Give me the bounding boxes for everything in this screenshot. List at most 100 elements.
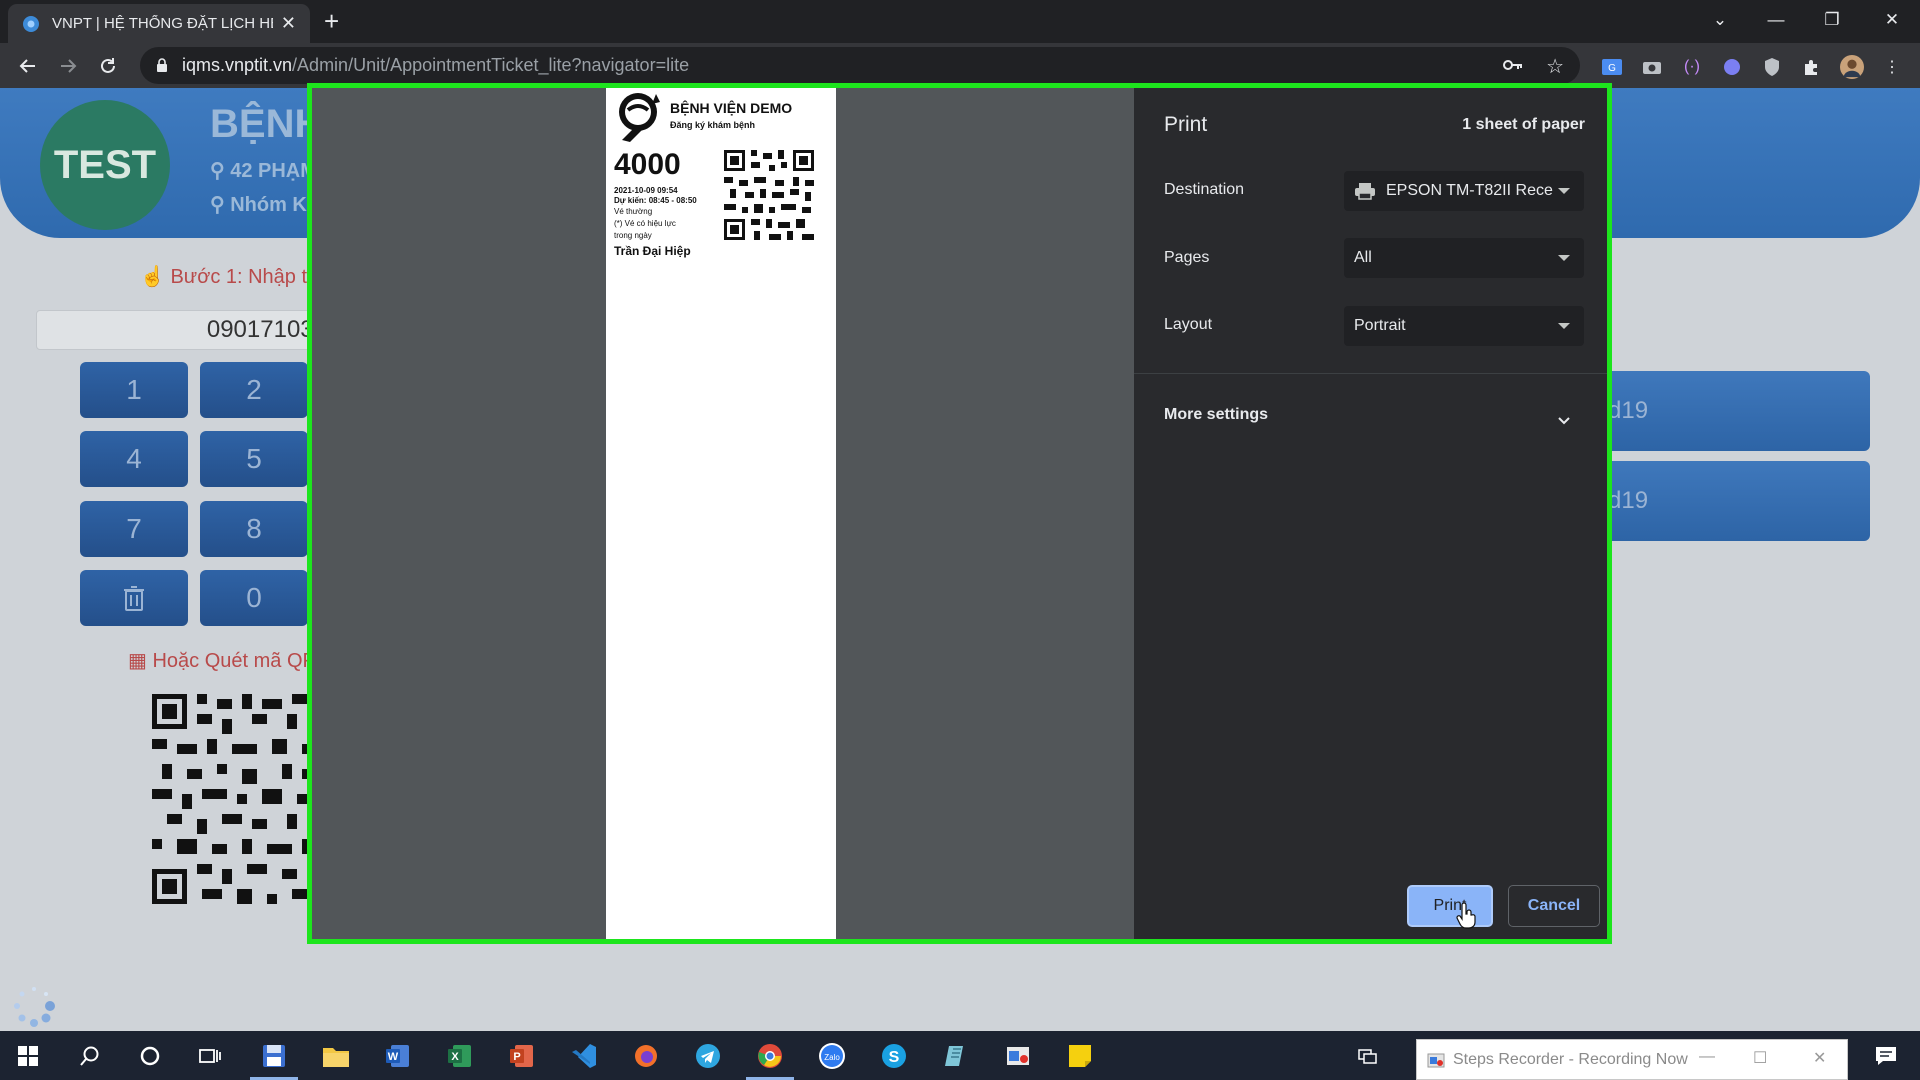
keypad-7[interactable]: 7 — [80, 501, 188, 557]
hand-cursor-icon — [1456, 903, 1476, 929]
keypad-delete[interactable] — [80, 570, 188, 626]
firefox-icon[interactable] — [618, 1031, 674, 1080]
keypad-8[interactable]: 8 — [200, 501, 308, 557]
notifications-icon[interactable] — [1858, 1031, 1914, 1080]
browser-menu-icon[interactable]: ⋮ — [1880, 55, 1904, 79]
search-icon[interactable] — [62, 1031, 118, 1080]
zalo-icon[interactable]: Zalo — [804, 1031, 860, 1080]
keypad-0[interactable]: 0 — [200, 570, 308, 626]
location-pin-icon: ⚲ — [210, 160, 225, 182]
file-explorer-icon[interactable] — [308, 1031, 364, 1080]
profile-avatar[interactable] — [1840, 55, 1864, 79]
keypad-2[interactable]: 2 — [200, 362, 308, 418]
layout-select[interactable]: Portrait — [1344, 306, 1584, 346]
site-favicon-icon — [22, 15, 40, 33]
chevron-down-icon — [1558, 255, 1570, 261]
chevron-down-icon — [1558, 323, 1570, 329]
address-bar[interactable]: iqms.vnptit.vn/Admin/Unit/AppointmentTic… — [140, 47, 1580, 84]
hospital-group: ⚲ Nhóm K — [210, 192, 307, 217]
phone-input[interactable]: 090171031 — [36, 310, 336, 350]
restore-button[interactable]: ❐ — [1804, 0, 1860, 40]
extensions-puzzle-icon[interactable] — [1800, 55, 1824, 79]
ticket-type: Vé thường — [614, 207, 653, 216]
reload-icon[interactable] — [94, 52, 122, 80]
ticket-subtitle: Đăng ký khám bệnh — [670, 120, 756, 130]
powerpoint-icon[interactable]: P — [494, 1031, 550, 1080]
pages-label: Pages — [1164, 249, 1210, 266]
task-view-icon[interactable] — [182, 1031, 238, 1080]
destination-label: Destination — [1164, 181, 1245, 198]
qr-scan-label: ▦ Hoặc Quét mã QF — [128, 650, 315, 672]
ticket-qr-code — [724, 150, 814, 240]
svg-text:P: P — [513, 1051, 520, 1063]
sticky-notes-icon[interactable] — [1052, 1031, 1108, 1080]
steps-maximize-button[interactable]: ☐ — [1753, 1048, 1767, 1068]
forward-icon[interactable] — [54, 52, 82, 80]
svg-text:X: X — [451, 1051, 459, 1063]
steps-recorder-taskbar-icon[interactable] — [990, 1031, 1046, 1080]
excel-icon[interactable]: X — [432, 1031, 488, 1080]
print-dialog: BỆNH VIỆN DEMO Đăng ký khám bệnh 4000 20… — [307, 83, 1612, 944]
bookmark-star-icon[interactable]: ☆ — [1546, 54, 1564, 79]
layout-label: Layout — [1164, 316, 1213, 333]
group-text: Nhóm K — [230, 194, 307, 216]
svg-text:G: G — [1608, 63, 1616, 74]
more-settings-toggle[interactable]: More settings — [1164, 406, 1268, 424]
globe-extension-icon[interactable] — [1720, 55, 1744, 79]
tab-close-icon[interactable]: ✕ — [281, 13, 296, 34]
ticket-hospital-name: BỆNH VIỆN DEMO — [670, 100, 793, 116]
network-icon[interactable] — [1350, 1031, 1386, 1080]
vscode-icon[interactable] — [556, 1031, 612, 1080]
chrome-icon[interactable] — [742, 1031, 798, 1080]
steps-minimize-button[interactable]: — — [1699, 1048, 1715, 1066]
cancel-button[interactable]: Cancel — [1508, 885, 1600, 927]
print-settings-panel: Print 1 sheet of paper Destination EPSON… — [1134, 88, 1607, 939]
hospital-logo: TEST — [40, 100, 170, 230]
cortana-icon[interactable] — [122, 1031, 178, 1080]
print-title: Print — [1164, 113, 1208, 136]
pages-select[interactable]: All — [1344, 238, 1584, 278]
url-host: iqms.vnptit.vn — [182, 55, 293, 75]
skype-icon[interactable]: S — [866, 1031, 922, 1080]
key-icon[interactable] — [1502, 56, 1524, 79]
steps-close-button[interactable]: ✕ — [1813, 1048, 1826, 1068]
print-preview-area: BỆNH VIỆN DEMO Đăng ký khám bệnh 4000 20… — [312, 88, 1134, 939]
step1-label: ☝ Bước 1: Nhập th — [140, 266, 319, 288]
steps-recorder-title: Steps Recorder - Recording Now — [1453, 1050, 1688, 1068]
ticket-number: 4000 — [614, 148, 681, 181]
chevron-down-icon[interactable] — [1557, 414, 1571, 428]
windows-start-icon[interactable] — [0, 1031, 56, 1080]
minimize-button[interactable]: — — [1748, 0, 1804, 40]
keypad-4[interactable]: 4 — [80, 431, 188, 487]
lock-icon[interactable] — [156, 58, 168, 73]
word-icon[interactable]: W — [370, 1031, 426, 1080]
telegram-icon[interactable] — [680, 1031, 736, 1080]
window-close-button[interactable]: ✕ — [1864, 0, 1920, 40]
location-pin-icon: ⚲ — [210, 194, 225, 216]
hospital-address: ⚲ 42 PHẠM — [210, 158, 317, 183]
camera-extension-icon[interactable] — [1640, 55, 1664, 79]
print-button[interactable]: Print — [1407, 885, 1493, 927]
shield-extension-icon[interactable] — [1760, 55, 1784, 79]
ticket-datetime: 2021-10-09 09:54 — [614, 186, 678, 195]
save-app-icon[interactable] — [246, 1031, 302, 1080]
new-tab-button[interactable]: + — [324, 8, 339, 34]
browser-tab[interactable]: VNPT | HỆ THỐNG ĐẶT LỊCH HẸ ✕ — [8, 4, 310, 43]
translate-extension-icon[interactable]: G — [1600, 55, 1624, 79]
svg-text:S: S — [889, 1049, 900, 1066]
steps-recorder-window[interactable]: Steps Recorder - Recording Now — ☐ ✕ — [1416, 1039, 1848, 1080]
keypad-5[interactable]: 5 — [200, 431, 308, 487]
browser-tab-bar: VNPT | HỆ THỐNG ĐẶT LỊCH HẸ ✕ + ⌄ — ❐ ✕ — [0, 0, 1920, 43]
ticket-validity-2: trong ngày — [614, 231, 652, 240]
tab-search-icon[interactable]: ⌄ — [1692, 0, 1748, 40]
destination-select[interactable]: EPSON TM-T82II Rece — [1344, 171, 1584, 211]
keypad-1[interactable]: 1 — [80, 362, 188, 418]
signal-extension-icon[interactable]: (·) — [1680, 55, 1704, 79]
printer-icon — [1355, 183, 1375, 200]
hospital-emblem-icon — [619, 93, 660, 142]
back-icon[interactable] — [14, 52, 42, 80]
ticket-patient-name: Trần Đại Hiệp — [614, 244, 691, 258]
notepad-icon[interactable] — [928, 1031, 984, 1080]
chevron-down-icon — [1558, 188, 1570, 194]
pages-value: All — [1354, 249, 1372, 266]
